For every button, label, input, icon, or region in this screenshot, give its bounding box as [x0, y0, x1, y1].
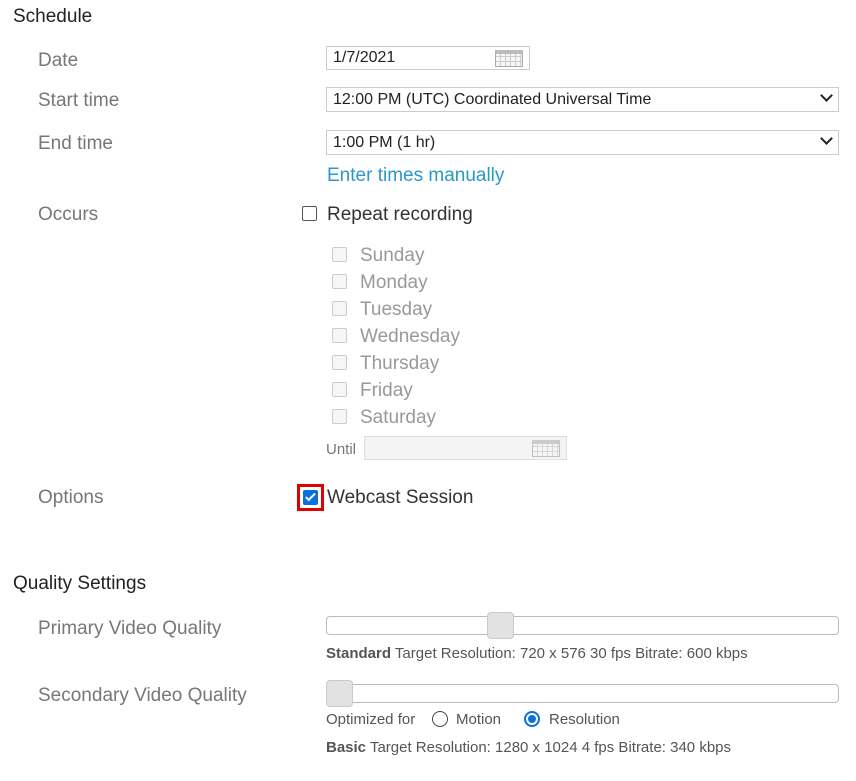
day-label-saturday: Saturday — [360, 407, 437, 428]
day-label-wednesday: Wednesday — [360, 326, 460, 347]
quality-settings-heading: Quality Settings — [13, 573, 147, 594]
secondary-video-quality-label: Secondary Video Quality — [38, 685, 247, 706]
day-checkbox-tuesday[interactable] — [332, 301, 347, 316]
start-time-value: 12:00 PM (UTC) Coordinated Universal Tim… — [333, 91, 652, 108]
primary-video-quality-label: Primary Video Quality — [38, 618, 222, 639]
webcast-session-label: Webcast Session — [327, 487, 474, 508]
resolution-radio[interactable] — [524, 711, 540, 727]
day-checkbox-wednesday[interactable] — [332, 328, 347, 343]
secondary-slider-thumb[interactable] — [326, 680, 353, 707]
start-time-select[interactable]: 12:00 PM (UTC) Coordinated Universal Tim… — [326, 87, 839, 112]
secondary-quality-info: Basic Target Resolution: 1280 x 1024 4 f… — [326, 739, 731, 756]
day-label-monday: Monday — [360, 272, 428, 293]
motion-radio[interactable] — [432, 711, 448, 727]
end-time-value: 1:00 PM (1 hr) — [333, 134, 436, 151]
until-label: Until — [326, 441, 357, 458]
primary-info-text: Target Resolution: 720 x 576 30 fps Bitr… — [394, 645, 748, 662]
day-label-sunday: Sunday — [360, 245, 425, 266]
optimized-for-label: Optimized for — [326, 711, 416, 728]
day-checkbox-friday[interactable] — [332, 382, 347, 397]
day-checkbox-thursday[interactable] — [332, 355, 347, 370]
day-label-tuesday: Tuesday — [360, 299, 433, 320]
primary-video-quality-slider[interactable] — [326, 612, 839, 639]
date-input[interactable]: 1/7/2021 — [326, 46, 530, 70]
repeat-recording-label: Repeat recording — [327, 204, 473, 225]
primary-quality-info: Standard Target Resolution: 720 x 576 30… — [326, 645, 748, 662]
start-time-label: Start time — [38, 90, 120, 111]
secondary-video-quality-slider[interactable] — [326, 680, 839, 707]
calendar-icon[interactable] — [495, 50, 523, 67]
chevron-down-icon — [820, 89, 833, 102]
date-value: 1/7/2021 — [333, 49, 396, 66]
until-date-input[interactable] — [364, 436, 567, 460]
webcast-session-checkbox[interactable] — [300, 487, 321, 508]
secondary-info-text: Target Resolution: 1280 x 1024 4 fps Bit… — [369, 739, 731, 756]
day-checkbox-sunday[interactable] — [332, 247, 347, 262]
options-label: Options — [38, 487, 104, 508]
checkmark-icon — [305, 490, 316, 502]
date-label: Date — [38, 50, 79, 71]
day-checkbox-monday[interactable] — [332, 274, 347, 289]
occurs-label: Occurs — [38, 204, 99, 225]
schedule-heading: Schedule — [13, 6, 93, 27]
resolution-label: Resolution — [549, 711, 620, 728]
end-time-select[interactable]: 1:00 PM (1 hr) — [326, 130, 839, 155]
checkbox-fill — [303, 490, 318, 505]
secondary-level-name: Basic — [326, 739, 367, 756]
day-label-friday: Friday — [360, 380, 413, 401]
end-time-label: End time — [38, 133, 113, 154]
webcast-session-checkbox-highlight — [297, 484, 324, 511]
enter-times-manually-link[interactable]: Enter times manually — [327, 165, 504, 187]
primary-level-name: Standard — [326, 645, 392, 662]
day-checkbox-saturday[interactable] — [332, 409, 347, 424]
chevron-down-icon — [820, 132, 833, 145]
repeat-recording-checkbox[interactable] — [302, 206, 317, 221]
day-label-thursday: Thursday — [360, 353, 440, 374]
calendar-icon[interactable] — [532, 440, 560, 457]
motion-label: Motion — [456, 711, 502, 728]
primary-slider-thumb[interactable] — [487, 612, 514, 639]
